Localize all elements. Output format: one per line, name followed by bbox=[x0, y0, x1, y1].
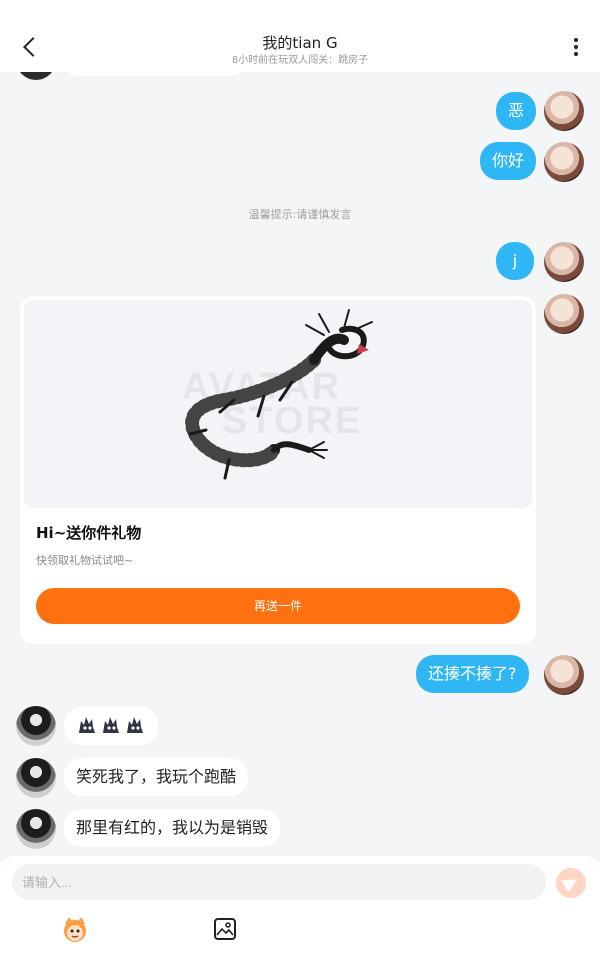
message-list[interactable]: 恶 你好 温馨提示:请谨慎发言 j AVATAR STORE Hi~送你件礼物 … bbox=[0, 72, 600, 856]
gift-card[interactable]: AVATAR STORE Hi~送你件礼物 快领取礼物试试吧~ 再送一件 bbox=[20, 296, 536, 644]
gift-title: Hi~送你件礼物 bbox=[36, 524, 142, 542]
chat-header: 我的tian G 8小时前在玩双人闯关：跳房子 bbox=[0, 0, 600, 72]
input-bar bbox=[0, 856, 600, 960]
avatar[interactable] bbox=[16, 72, 56, 80]
avatar[interactable] bbox=[16, 758, 56, 798]
message-bubble bbox=[64, 72, 244, 76]
avatar[interactable] bbox=[544, 91, 584, 131]
chat-title: 我的tian G bbox=[262, 34, 338, 52]
avatar[interactable] bbox=[16, 809, 56, 849]
emoji-icon[interactable] bbox=[60, 916, 90, 944]
avatar[interactable] bbox=[16, 706, 56, 746]
message-bubble-sent: 还揍不揍了? bbox=[416, 655, 529, 693]
sticker-icon bbox=[79, 717, 143, 733]
chat-subtitle: 8小时前在玩双人闯关：跳房子 bbox=[231, 55, 369, 66]
avatar[interactable] bbox=[544, 242, 584, 282]
send-icon[interactable] bbox=[556, 868, 586, 898]
gift-image: AVATAR STORE bbox=[24, 300, 532, 508]
message-bubble-sent: 你好 bbox=[480, 142, 537, 180]
message-bubble-received: 那里有红的，我以为是销毁 bbox=[64, 809, 281, 847]
avatar[interactable] bbox=[544, 655, 584, 695]
message-bubble-sent: j bbox=[496, 242, 534, 280]
image-icon[interactable] bbox=[214, 918, 236, 940]
avatar[interactable] bbox=[544, 142, 584, 182]
system-tip: 温馨提示:请谨慎发言 bbox=[248, 208, 352, 221]
avatar[interactable] bbox=[544, 294, 584, 334]
message-bubble-received: 笑死我了，我玩个跑酷 bbox=[64, 758, 249, 796]
more-icon[interactable] bbox=[566, 38, 586, 58]
message-bubble-received bbox=[64, 707, 158, 745]
message-input[interactable] bbox=[12, 864, 546, 900]
gift-description: 快领取礼物试试吧~ bbox=[36, 554, 134, 567]
dragon-illustration bbox=[185, 309, 373, 480]
message-bubble-sent: 恶 bbox=[496, 92, 537, 130]
send-again-button[interactable]: 再送一件 bbox=[36, 588, 520, 624]
